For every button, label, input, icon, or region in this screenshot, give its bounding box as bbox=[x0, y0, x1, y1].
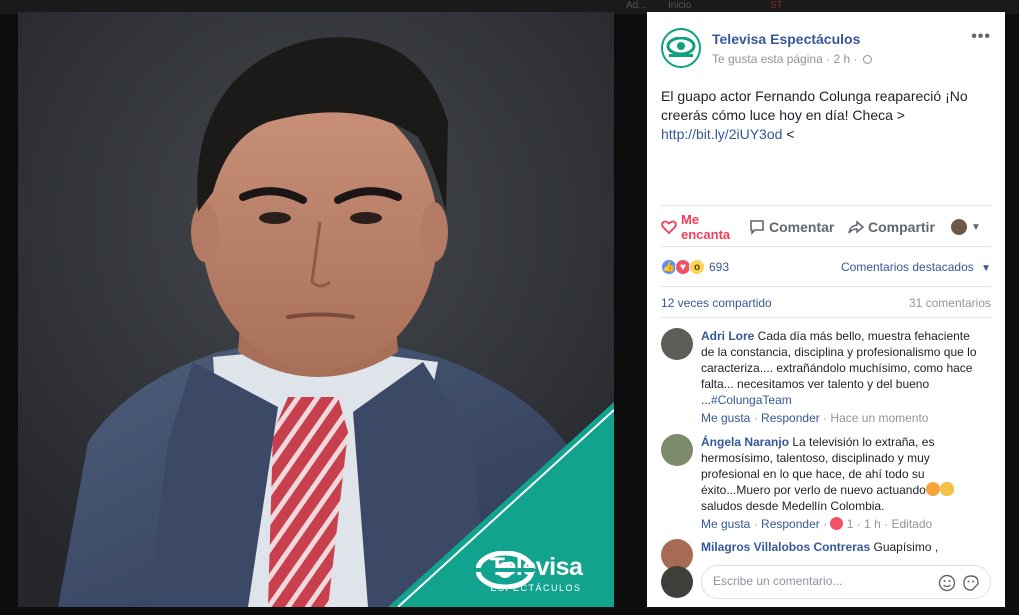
comment-text-continued: saludos desde Medellín Colombia. bbox=[701, 499, 885, 513]
share-arrow-icon bbox=[848, 220, 864, 234]
love-button[interactable]: Me encanta bbox=[661, 208, 733, 246]
post-meta: Te gusta esta página · 2 h · bbox=[712, 52, 872, 66]
love-reaction-icon bbox=[830, 517, 844, 530]
share-count-link[interactable]: 12 veces compartido bbox=[661, 296, 772, 310]
more-options-icon[interactable]: ••• bbox=[971, 28, 991, 46]
share-comment-counts: 12 veces compartido 31 comentarios bbox=[661, 296, 991, 310]
top-bar-right-text: Inicio bbox=[668, 0, 692, 11]
separator: · bbox=[880, 517, 892, 531]
post-header: Televisa Espectáculos Te gusta esta pági… bbox=[647, 12, 1005, 80]
comment-bubble-icon bbox=[750, 220, 764, 235]
wow-reaction-icon: o bbox=[689, 259, 705, 275]
separator: · bbox=[750, 411, 762, 425]
comment-time[interactable]: 1 h bbox=[864, 517, 881, 531]
page-name-link[interactable]: Televisa Espectáculos bbox=[712, 31, 860, 47]
liked-page-text: Te gusta esta página bbox=[712, 52, 823, 66]
edited-label[interactable]: Editado bbox=[891, 517, 932, 531]
emoji-picker-icon[interactable] bbox=[938, 574, 956, 592]
post-body: El guapo actor Fernando Colunga reaparec… bbox=[661, 87, 981, 144]
commenter-avatar[interactable] bbox=[661, 328, 693, 360]
comment-body: Milagros Villalobos Contreras Guapísimo … bbox=[701, 539, 981, 555]
top-bar-badge: ST bbox=[770, 0, 783, 11]
globe-icon bbox=[862, 55, 872, 64]
televisa-eye-icon bbox=[476, 551, 534, 589]
televisa-logo-icon bbox=[666, 37, 696, 57]
post-body-text: El guapo actor Fernando Colunga reaparec… bbox=[661, 88, 968, 123]
commenter-name[interactable]: Milagros Villalobos Contreras bbox=[701, 540, 870, 554]
separator: · bbox=[819, 411, 831, 425]
comment-count-link[interactable]: 31 comentarios bbox=[909, 296, 991, 310]
post-panel: Televisa Espectáculos Te gusta esta pági… bbox=[647, 12, 1005, 607]
caret-down-icon: ▼ bbox=[981, 263, 991, 274]
commenter-avatar[interactable] bbox=[661, 434, 693, 466]
post-photo[interactable]: Televisa ESPECTÁCULOS bbox=[18, 12, 614, 607]
separator: · bbox=[853, 517, 865, 531]
featured-comments-label: Comentarios destacados bbox=[841, 260, 974, 274]
comment-reply-link[interactable]: Responder bbox=[761, 411, 820, 425]
separator: · bbox=[819, 517, 831, 531]
post-actions: Me encanta Comentar Compartir ▼ bbox=[661, 208, 991, 246]
divider bbox=[661, 246, 991, 247]
comment-reply-link[interactable]: Responder bbox=[761, 517, 820, 531]
comment-like-link[interactable]: Me gusta bbox=[701, 411, 750, 425]
divider bbox=[661, 286, 991, 287]
portrait-illustration bbox=[18, 12, 614, 607]
comment-label: Comentar bbox=[769, 219, 835, 235]
share-button[interactable]: Compartir bbox=[848, 208, 935, 246]
commenter-name[interactable]: Ángela Naranjo bbox=[701, 435, 789, 449]
post-body-tail: < bbox=[782, 126, 795, 142]
comment-actions: Me gusta · Responder · Hace un momento bbox=[701, 410, 981, 426]
persona-selector[interactable]: ▼ bbox=[951, 208, 981, 246]
meta-separator: · bbox=[853, 52, 861, 66]
ok-hand-emoji-icon bbox=[939, 482, 954, 496]
top-bar-left-text: Ad... bbox=[626, 0, 647, 11]
sticker-icon[interactable] bbox=[962, 574, 980, 592]
post-link[interactable]: http://bit.ly/2iUY3od bbox=[661, 126, 782, 142]
love-label: Me encanta bbox=[681, 212, 731, 242]
comment-input[interactable] bbox=[713, 574, 923, 588]
separator: · bbox=[750, 517, 762, 531]
user-avatar bbox=[951, 219, 967, 235]
comment-time[interactable]: Hace un momento bbox=[830, 411, 928, 425]
comment-text: Guapísimo , bbox=[870, 540, 939, 554]
comment-body: Ángela Naranjo La televisión lo extraña,… bbox=[701, 434, 981, 532]
post-time[interactable]: 2 h bbox=[833, 52, 850, 66]
reaction-count[interactable]: 693 bbox=[709, 260, 729, 274]
comment-actions: Me gusta · Responder · 1 · 1 h · Editado bbox=[701, 516, 981, 532]
share-label: Compartir bbox=[868, 219, 935, 235]
hashtag-link[interactable]: #ColungaTeam bbox=[711, 393, 792, 407]
televisa-brand-logo: Televisa ESPECTÁCULOS bbox=[476, 551, 596, 593]
current-user-avatar bbox=[661, 566, 693, 598]
reactions-summary[interactable]: 👍 ♥ o 693 Comentarios destacados ▼ bbox=[661, 257, 991, 277]
featured-comments-dropdown[interactable]: Comentarios destacados ▼ bbox=[841, 260, 991, 274]
comment-body: Adri Lore Cada día más bello, muestra fe… bbox=[701, 328, 981, 426]
commenter-name[interactable]: Adri Lore bbox=[701, 329, 754, 343]
comment-composer bbox=[661, 565, 991, 599]
comment-like-link[interactable]: Me gusta bbox=[701, 517, 750, 531]
heart-outline-icon bbox=[661, 220, 677, 235]
divider bbox=[661, 317, 991, 318]
comment-box[interactable] bbox=[701, 565, 991, 599]
caret-down-icon: ▼ bbox=[971, 221, 981, 233]
cat-heart-eyes-emoji-icon bbox=[925, 482, 940, 496]
page-avatar[interactable] bbox=[661, 28, 701, 68]
divider bbox=[661, 205, 991, 206]
